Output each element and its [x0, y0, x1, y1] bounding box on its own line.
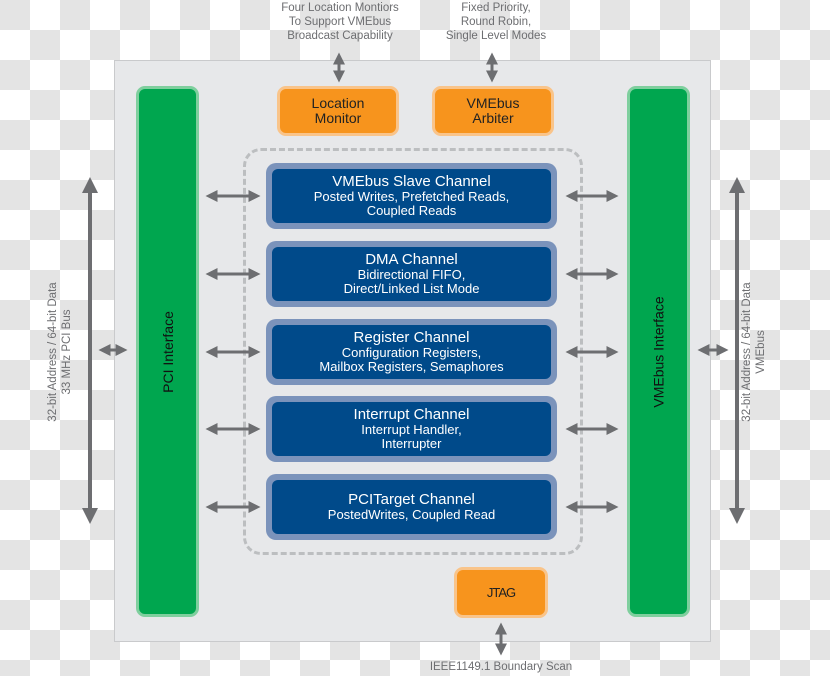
arrows-layer: [82, 52, 745, 656]
